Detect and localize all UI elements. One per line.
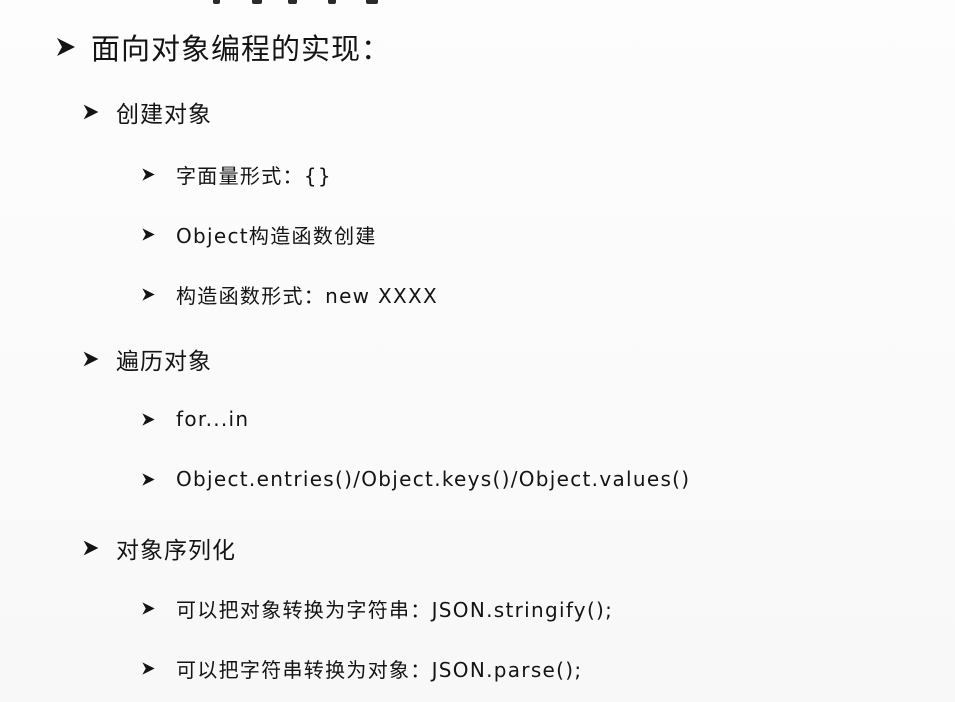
arrow-bullet-icon [82, 350, 100, 368]
list-item-text: 字面量形式：{} [176, 164, 332, 188]
section-title-row: 对象序列化 [82, 531, 236, 565]
heading-row: 面向对象编程的实现： [55, 26, 391, 68]
list-item: 构造函数形式：new XXXX [141, 280, 438, 309]
arrow-bullet-icon [141, 227, 156, 242]
list-item: 可以把字符串转换为对象：JSON.parse(); [141, 654, 582, 683]
arrow-bullet-icon [141, 412, 156, 427]
cropped-top-decoration [0, 0, 955, 6]
arrow-bullet-icon [141, 601, 156, 616]
list-item: 字面量形式：{} [141, 160, 332, 189]
section-title-row: 创建对象 [82, 95, 212, 129]
arrow-bullet-icon [82, 539, 100, 557]
list-item-text: 构造函数形式：new XXXX [176, 284, 438, 308]
section-title: 创建对象 [116, 102, 212, 128]
list-item: Object.entries()/Object.keys()/Object.va… [141, 467, 690, 491]
arrow-bullet-icon [82, 103, 100, 121]
section-title-row: 遍历对象 [82, 342, 212, 376]
section-title: 对象序列化 [116, 538, 236, 564]
list-item: for...in [141, 407, 249, 431]
arrow-bullet-icon [141, 472, 156, 487]
list-item-text: for...in [176, 407, 250, 431]
arrow-bullet-icon [141, 167, 156, 182]
slide: 面向对象编程的实现： 创建对象 字面量形式：{} Object构造函数创建 构造… [0, 0, 955, 702]
list-item-text: 可以把对象转换为字符串：JSON.stringify(); [176, 598, 614, 622]
arrow-bullet-icon [141, 661, 156, 676]
list-item: Object构造函数创建 [141, 220, 377, 249]
list-item-text: 可以把字符串转换为对象：JSON.parse(); [176, 658, 583, 682]
list-item: 可以把对象转换为字符串：JSON.stringify(); [141, 594, 613, 623]
list-item-text: Object构造函数创建 [176, 224, 377, 248]
list-item-text: Object.entries()/Object.keys()/Object.va… [176, 467, 691, 491]
section-title: 遍历对象 [116, 349, 212, 375]
page-title: 面向对象编程的实现： [91, 32, 392, 66]
arrow-bullet-icon [141, 287, 156, 302]
arrow-bullet-icon [55, 36, 77, 58]
